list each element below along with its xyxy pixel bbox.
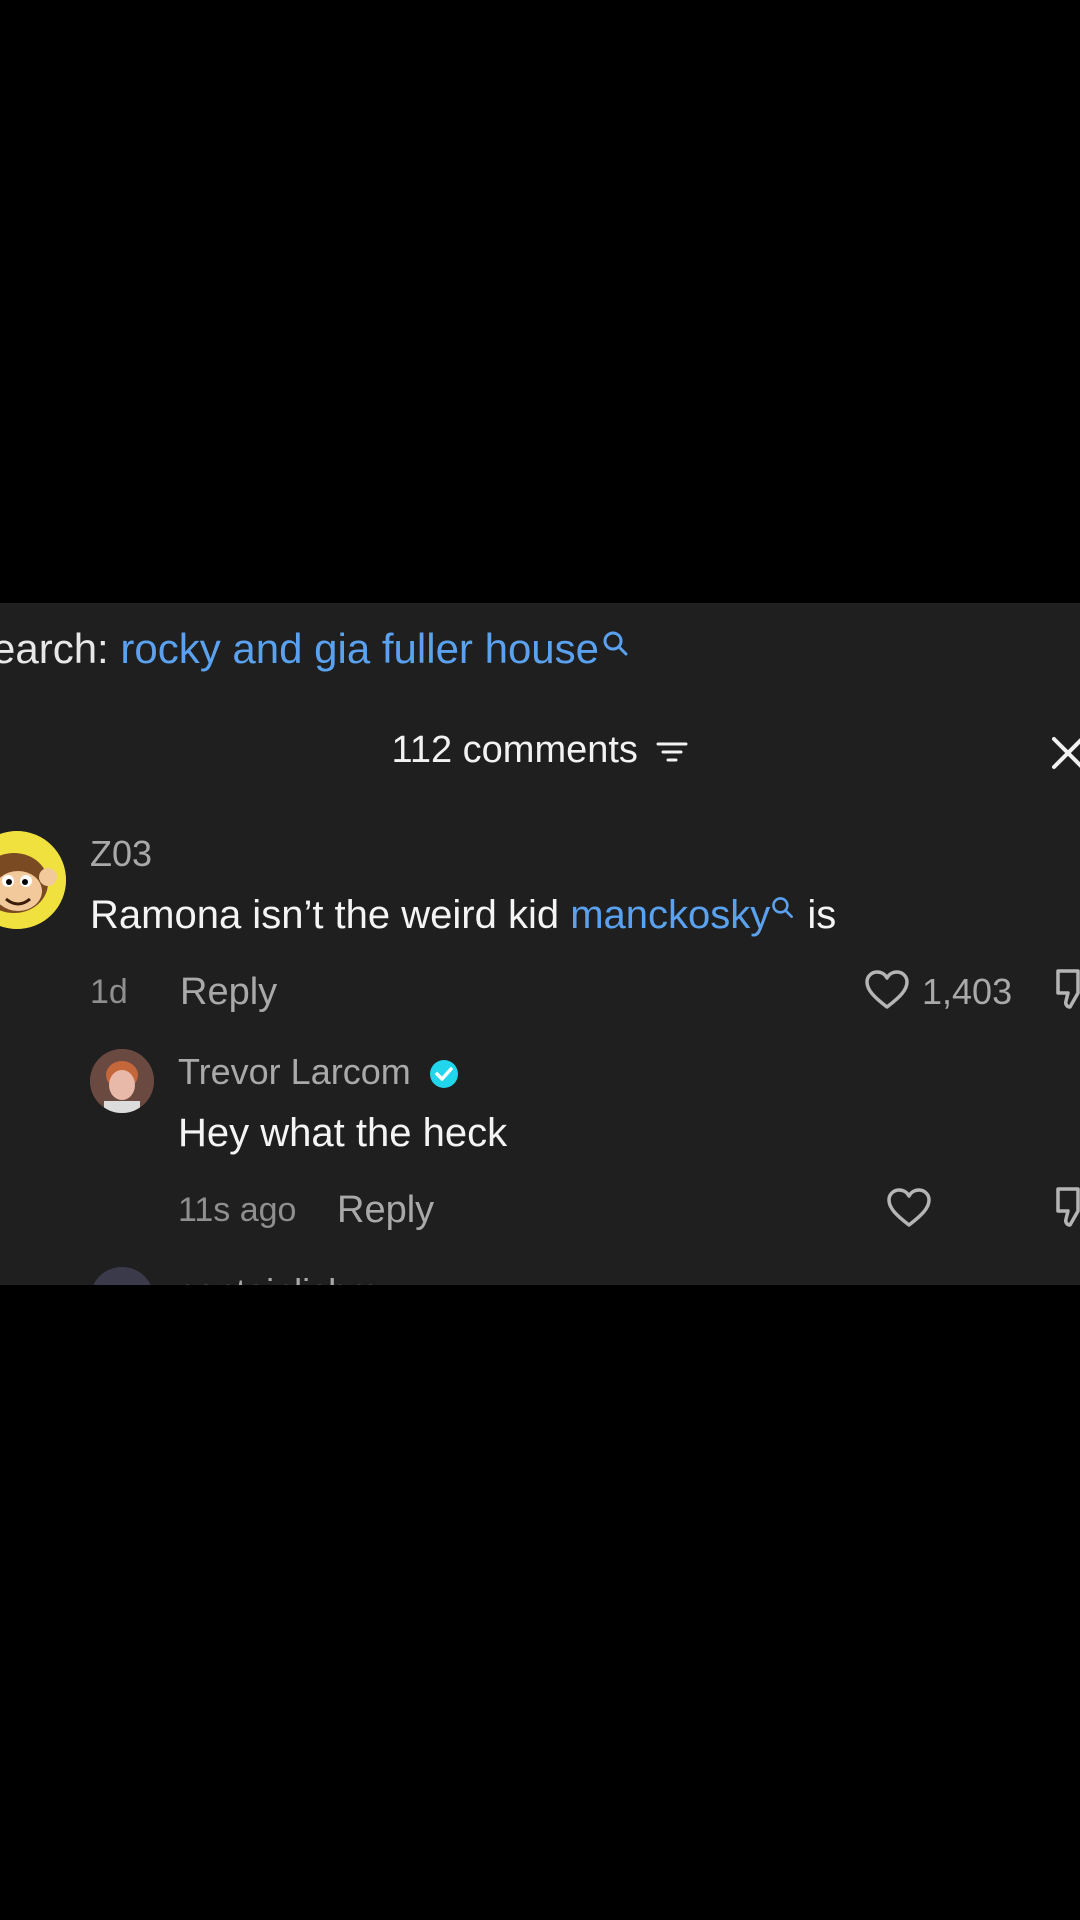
search-query-link[interactable]: rocky and gia fuller house	[120, 625, 599, 672]
heart-icon[interactable]	[886, 1187, 932, 1229]
reply-time: 11s ago	[178, 1191, 297, 1229]
search-icon	[772, 897, 794, 918]
monkey-avatar-icon	[0, 831, 66, 929]
search-icon	[603, 631, 628, 656]
avatar[interactable]	[90, 1049, 154, 1113]
comments-header: 112 comments	[0, 729, 1080, 772]
dislike-icon[interactable]	[1054, 1185, 1080, 1229]
search-mention-link[interactable]: manckosky	[570, 893, 770, 937]
heart-icon[interactable]	[864, 969, 910, 1011]
reply-text: Hey what the heck	[178, 1111, 508, 1155]
related-search[interactable]: earch: rocky and gia fuller house	[0, 625, 631, 673]
comment-text-end: is	[796, 893, 837, 937]
comments-panel: earch: rocky and gia fuller house 112 co…	[0, 603, 1080, 1285]
next-reply-username[interactable]: captainlichm	[178, 1271, 378, 1285]
person-avatar-icon	[90, 1049, 154, 1113]
reply-username[interactable]: Trevor Larcom	[178, 1051, 459, 1093]
comment-time: 1d	[90, 973, 128, 1011]
close-icon[interactable]	[1050, 735, 1080, 771]
comment-count: 112 comments	[391, 729, 638, 771]
avatar[interactable]	[90, 1267, 154, 1285]
like-count: 1,403	[922, 971, 1013, 1012]
reply-button[interactable]: Reply	[337, 1189, 434, 1232]
avatar[interactable]	[0, 831, 66, 929]
reply-username-text: Trevor Larcom	[178, 1051, 411, 1092]
comment-text-start: Ramona isn’t the weird kid	[90, 893, 571, 937]
filter-icon[interactable]	[656, 738, 688, 766]
verified-badge-icon	[429, 1060, 458, 1089]
comment-text: Ramona isn’t the weird kid manckosky is	[90, 893, 836, 938]
comment-username[interactable]: Z03	[90, 833, 152, 875]
dislike-icon[interactable]	[1054, 967, 1080, 1011]
search-prefix: earch:	[0, 625, 121, 672]
reply-button[interactable]: Reply	[180, 971, 277, 1014]
